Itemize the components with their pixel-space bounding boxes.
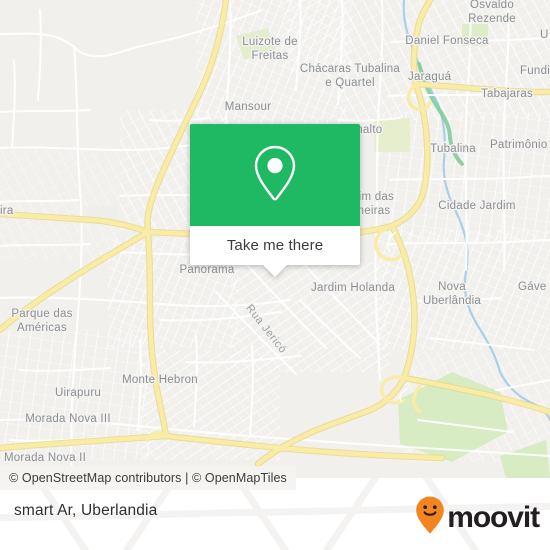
page-title: smart Ar, Uberlandia	[14, 502, 158, 519]
take-me-there-label: Take me there	[226, 237, 324, 254]
map-screenshot: Luizote de Freitas Chácaras Tubalina e Qua…	[0, 0, 550, 550]
attribution-text: © OpenStreetMap contributors | © OpenMap…	[9, 471, 287, 485]
map-attribution: © OpenStreetMap contributors | © OpenMap…	[0, 466, 296, 490]
moovit-brand[interactable]: moovit	[415, 495, 540, 540]
map-pin-icon	[252, 144, 298, 207]
moovit-wordmark: moovit	[447, 500, 540, 534]
popup-action-area[interactable]: Take me there	[190, 226, 360, 265]
popup-pointer-tail	[262, 264, 288, 277]
moovit-pin-smiley-icon	[415, 495, 445, 540]
popup-icon-area	[190, 124, 360, 226]
location-popup-card[interactable]: Take me there	[190, 124, 360, 277]
